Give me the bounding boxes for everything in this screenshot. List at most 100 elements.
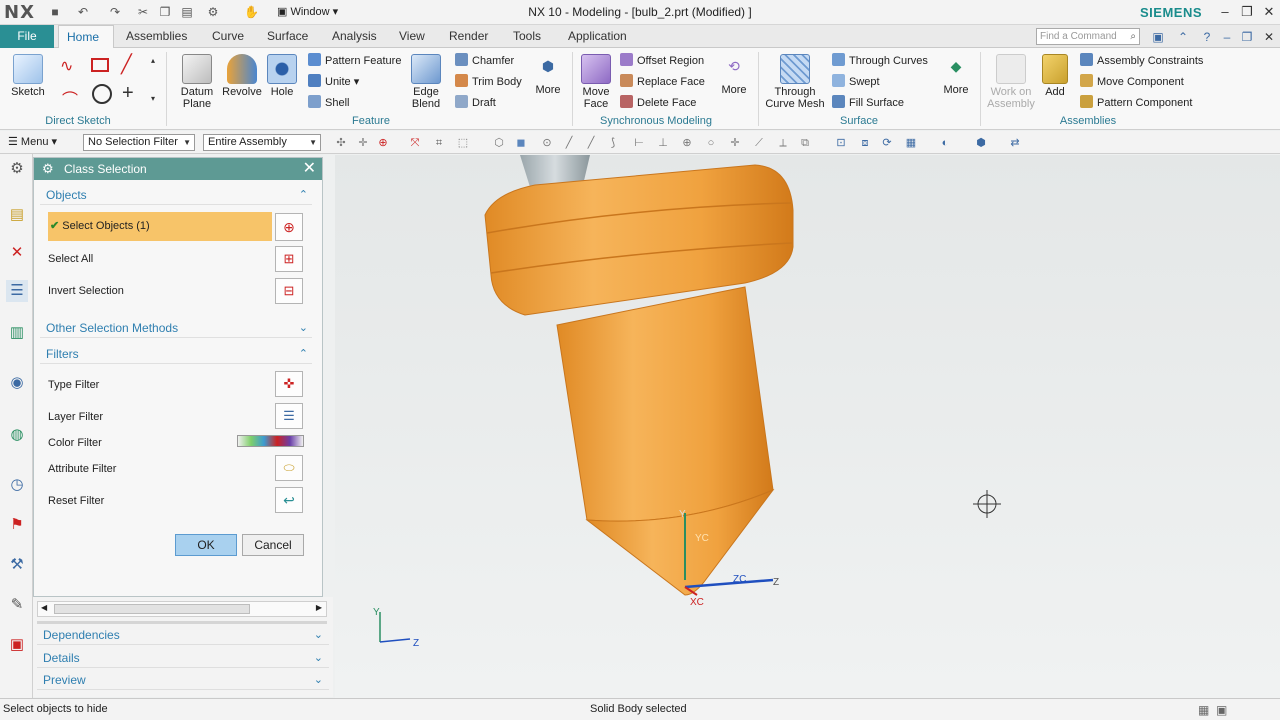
invert-selection-button[interactable]: ⊟ (275, 278, 303, 304)
file-tab[interactable]: File (0, 25, 54, 48)
doc-close-icon[interactable]: ✕ (1261, 29, 1277, 45)
scroll-right-icon[interactable]: ▶ (316, 603, 322, 612)
point-snap-11-icon[interactable]: ✛ (728, 136, 742, 150)
select-objects-row[interactable]: ✔ Select Objects (1) (48, 212, 272, 241)
tab-surface[interactable]: Surface (259, 25, 316, 48)
zoom-icon[interactable]: ⧈ (858, 136, 872, 150)
menu-button[interactable]: ☰ Menu ▾ (8, 135, 57, 148)
horizontal-scrollbar[interactable]: ◀ ▶ (37, 601, 327, 617)
preview-header[interactable]: Preview ⌄ (37, 670, 329, 690)
web-browser-icon[interactable]: ◍ (6, 424, 28, 446)
point-snap-12-icon[interactable]: ⟋ (752, 136, 766, 150)
move-face-button[interactable]: Move Face (578, 54, 614, 110)
unite-button[interactable]: Unite ▾ (308, 73, 408, 91)
objects-section-header[interactable]: Objects ⌃ (40, 185, 312, 205)
graphics-viewport[interactable]: Y Z ZC XC YC Y Z (335, 155, 1280, 698)
point-snap-4-icon[interactable]: ╱ (562, 136, 576, 150)
add-component-button[interactable]: Add (1040, 54, 1070, 98)
restore-button[interactable]: ❐ (1238, 4, 1256, 20)
status-window-icon[interactable]: ▣ (1216, 700, 1227, 720)
constraint-navigator-icon[interactable]: ✕ (6, 242, 28, 264)
point-snap-9-icon[interactable]: ⊕ (680, 136, 694, 150)
scroll-left-icon[interactable]: ◀ (41, 603, 47, 612)
move-component-button[interactable]: Move Component (1080, 73, 1210, 91)
tab-render[interactable]: Render (441, 25, 496, 48)
show-hide-icon[interactable]: ⇄ (1008, 136, 1022, 150)
assembly-navigator-icon[interactable]: ▤ (6, 204, 28, 226)
dependencies-header[interactable]: Dependencies ⌄ (37, 625, 329, 645)
command-finder-input[interactable]: Find a Command ⌕ (1036, 28, 1140, 45)
tab-application[interactable]: Application (560, 25, 635, 48)
hole-button[interactable]: Hole (264, 54, 300, 98)
ok-button[interactable]: OK (175, 534, 237, 556)
circle-icon[interactable] (92, 84, 112, 104)
fit-view-icon[interactable]: ⊡ (834, 136, 848, 150)
datum-plane-button[interactable]: Datum Plane (176, 54, 218, 110)
layer-filter-button[interactable]: ☰ (275, 403, 303, 429)
select-all-button[interactable]: ⊞ (275, 246, 303, 272)
attribute-filter-button[interactable]: ⬭ (275, 455, 303, 481)
render-style-icon[interactable]: ◐ (938, 136, 952, 150)
select-body-icon[interactable]: ⌗ (432, 136, 446, 150)
pattern-feature-button[interactable]: Pattern Feature (308, 52, 408, 70)
point-snap-2-icon[interactable]: ◼ (514, 136, 528, 150)
filters-section-header[interactable]: Filters ⌃ (40, 344, 312, 364)
rotate-icon[interactable]: ⟳ (880, 136, 894, 150)
gallery-up-icon[interactable]: ▴ (151, 56, 155, 65)
point-snap-1-icon[interactable]: ⬡ (492, 136, 506, 150)
tab-tools[interactable]: Tools (505, 25, 549, 48)
orient-view-icon[interactable]: ▦ (904, 136, 918, 150)
cancel-button[interactable]: Cancel (242, 534, 304, 556)
work-on-assembly-button[interactable]: Work on Assembly (986, 54, 1036, 110)
tab-assemblies[interactable]: Assemblies (118, 25, 195, 48)
color-filter-swatch[interactable] (237, 435, 304, 447)
line-icon[interactable]: ╱ (121, 54, 132, 75)
details-header[interactable]: Details ⌄ (37, 648, 329, 668)
point-snap-13-icon[interactable]: ⟂ (776, 136, 790, 150)
pattern-component-button[interactable]: Pattern Component (1080, 94, 1210, 112)
roles-icon[interactable]: ▣ (6, 634, 28, 656)
help-icon[interactable]: ? (1199, 29, 1215, 45)
selection-filter-dropdown[interactable]: No Selection Filter ▼ (83, 134, 195, 151)
delete-face-button[interactable]: Delete Face (620, 94, 720, 112)
rectangle-select-icon[interactable]: ⬚ (456, 136, 470, 150)
system-materials-icon[interactable]: ⚑ (6, 514, 28, 536)
type-filter-button[interactable]: ✜ (275, 371, 303, 397)
reset-filter-button[interactable]: ↩ (275, 487, 303, 513)
profile-icon[interactable]: ∿ (60, 56, 73, 76)
window-list-icon[interactable]: ▣ (1150, 29, 1166, 45)
sync-more-button[interactable]: ⟲ More (716, 58, 752, 96)
through-curve-mesh-button[interactable]: Through Curve Mesh (764, 54, 826, 110)
search-icon[interactable]: ⌕ (1130, 29, 1136, 44)
part-navigator-icon[interactable]: ☰ (6, 280, 28, 302)
select-feature-icon[interactable]: ✛ (356, 136, 370, 150)
tab-home[interactable]: Home (58, 25, 114, 48)
scrollbar-thumb[interactable] (54, 604, 250, 614)
point-icon[interactable]: + (122, 82, 134, 105)
other-selection-methods-header[interactable]: Other Selection Methods ⌄ (40, 318, 312, 338)
chamfer-button[interactable]: Chamfer (455, 52, 535, 70)
gallery-down-icon[interactable]: ▾ (151, 94, 155, 103)
surface-more-button[interactable]: ◆ More (938, 58, 974, 96)
sketch-button[interactable]: Sketch (8, 54, 48, 98)
reuse-library-icon[interactable]: ▥ (6, 322, 28, 344)
point-snap-8-icon[interactable]: ⊥ (656, 136, 670, 150)
through-curves-button[interactable]: Through Curves (832, 52, 942, 70)
panel-divider[interactable] (37, 621, 327, 624)
type-filter-icon[interactable]: ⊕ (376, 136, 390, 150)
select-objects-button[interactable]: ⊕ (275, 213, 303, 241)
point-snap-7-icon[interactable]: ⊢ (632, 136, 646, 150)
selection-scope-dropdown[interactable]: Entire Assembly ▼ (203, 134, 321, 151)
minimize-button[interactable]: – (1216, 4, 1234, 19)
tab-curve[interactable]: Curve (204, 25, 252, 48)
arc-icon[interactable]: ⌒ (62, 86, 78, 110)
snap-icon[interactable]: ✣ (334, 136, 348, 150)
gear-icon[interactable]: ⚙ (6, 158, 28, 180)
tab-analysis[interactable]: Analysis (324, 25, 385, 48)
history-icon[interactable]: ◷ (6, 474, 28, 496)
edit-section-icon[interactable]: ⬢ (974, 136, 988, 150)
doc-restore-icon[interactable]: ❐ (1239, 29, 1255, 45)
revolve-button[interactable]: Revolve (222, 54, 262, 98)
rectangle-icon[interactable] (91, 58, 109, 72)
point-snap-3-icon[interactable]: ⊙ (540, 136, 554, 150)
